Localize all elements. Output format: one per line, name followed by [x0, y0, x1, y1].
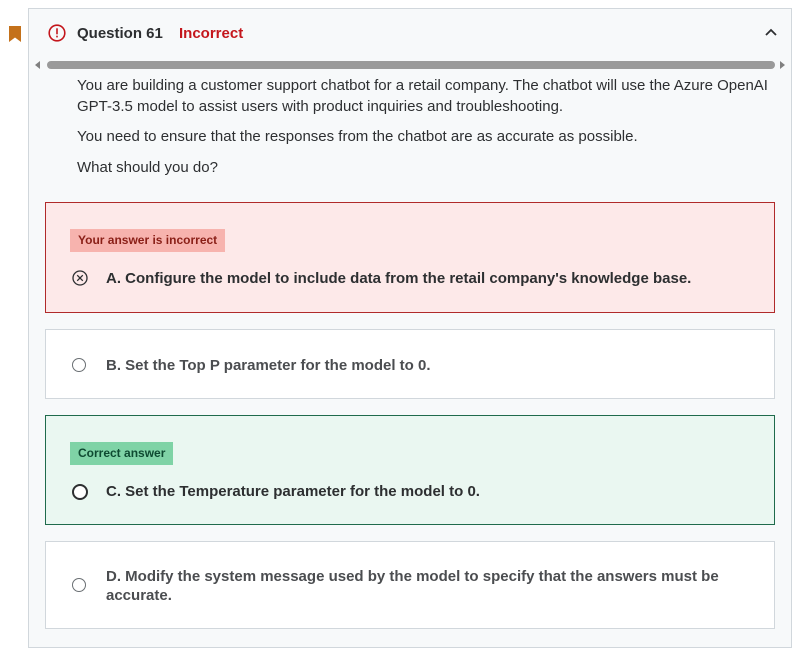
x-circle-icon [72, 270, 88, 286]
radio-button[interactable] [72, 358, 86, 372]
question-status: Incorrect [179, 25, 244, 42]
question-title: Question 61 [77, 25, 163, 42]
question-card: Question 61 Incorrect You are building a… [28, 8, 792, 648]
answer-option-d[interactable]: D. Modify the system message used by the… [45, 541, 775, 629]
radio-button[interactable] [72, 484, 88, 500]
question-header[interactable]: Question 61 Incorrect [29, 9, 791, 57]
option-text: B. Set the Top P parameter for the model… [106, 357, 431, 374]
prompt-paragraph: You are building a customer support chat… [77, 77, 768, 115]
prompt-question: What should you do? [77, 159, 218, 176]
radio-button[interactable] [72, 578, 86, 592]
incorrect-answer-badge: Your answer is incorrect [70, 229, 226, 252]
prompt-paragraph: You need to ensure that the responses fr… [77, 128, 638, 145]
correct-answer-badge: Correct answer [70, 442, 174, 465]
answer-option-a[interactable]: Your answer is incorrect A. Configure th… [45, 202, 775, 313]
bookmark-icon[interactable] [9, 26, 21, 42]
scroll-thumb[interactable] [47, 61, 775, 69]
chevron-up-icon[interactable] [763, 25, 779, 41]
answer-option-b[interactable]: B. Set the Top P parameter for the model… [45, 329, 775, 399]
scroll-right-arrow-icon[interactable] [780, 61, 785, 69]
exclamation-circle-icon [48, 24, 66, 42]
option-text: C. Set the Temperature parameter for the… [106, 483, 480, 500]
horizontal-scrollbar[interactable] [31, 59, 789, 71]
option-text: A. Configure the model to include data f… [106, 270, 692, 287]
option-text: D. Modify the system message used by the… [106, 568, 719, 604]
scroll-left-arrow-icon[interactable] [35, 61, 40, 69]
answer-option-c[interactable]: Correct answer C. Set the Temperature pa… [45, 415, 775, 525]
